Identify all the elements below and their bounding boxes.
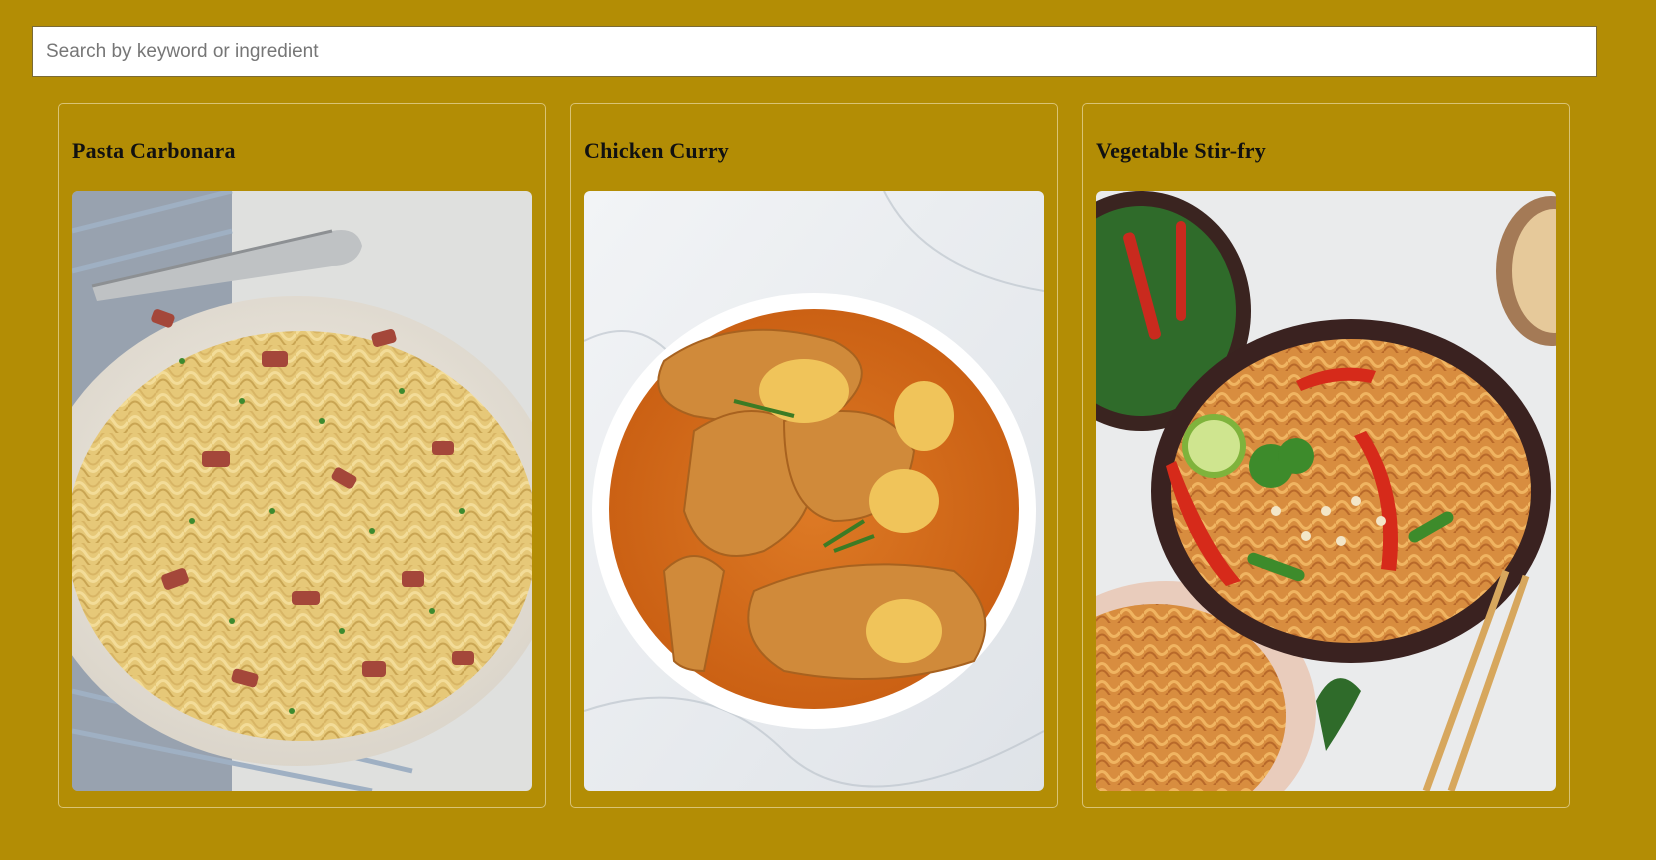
recipe-title[interactable]: Vegetable Stir-fry (1096, 138, 1266, 164)
recipe-image-pasta-carbonara[interactable] (72, 191, 532, 791)
recipe-card-pasta-carbonara[interactable]: Pasta Carbonara (58, 103, 546, 808)
recipe-card-chicken-curry[interactable]: Chicken Curry (570, 103, 1058, 808)
recipe-title[interactable]: Pasta Carbonara (72, 138, 236, 164)
recipe-card-vegetable-stir-fry[interactable]: Vegetable Stir-fry (1082, 103, 1570, 808)
search-input[interactable] (32, 26, 1597, 77)
recipe-image-chicken-curry[interactable] (584, 191, 1044, 791)
recipe-title[interactable]: Chicken Curry (584, 138, 729, 164)
search-bar (32, 26, 1597, 77)
recipe-image-vegetable-stir-fry[interactable] (1096, 191, 1556, 791)
